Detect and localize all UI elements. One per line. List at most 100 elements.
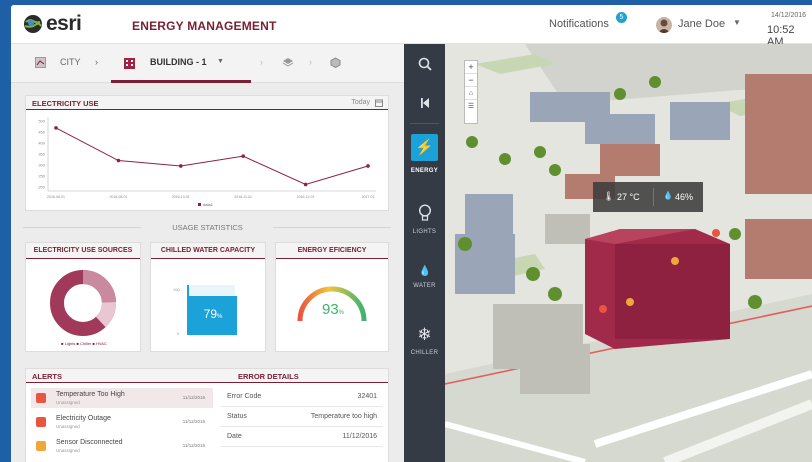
range-label[interactable]: Today	[351, 99, 370, 106]
chiller-tab-label: CHILLER	[410, 350, 439, 356]
error-details-table: Error Code 32401 Status Temperature too hi…	[221, 387, 383, 447]
alert-item[interactable]: Electricity Outage Unassigned 11/12/2016	[31, 412, 213, 432]
series-line-data1	[55, 127, 369, 186]
card-title: ELECTRICITY USE SOURCES	[26, 243, 140, 259]
x-tick-label: 2016-12-01	[297, 195, 315, 199]
y-tick-label: 300	[38, 163, 45, 168]
calendar-icon[interactable]	[375, 99, 383, 107]
energy-tab[interactable]: ⚡ ENERGY	[404, 134, 445, 174]
warning-icon	[36, 417, 46, 427]
lightbulb-icon	[418, 204, 431, 221]
alert-item[interactable]: Temperature Too High Unassigned 11/12/20…	[31, 388, 213, 408]
row-label: Date	[221, 426, 282, 447]
water-tab[interactable]: 💧 WATER	[404, 266, 445, 289]
efficiency-value-number: 93	[321, 301, 339, 318]
y-tick-label: 450	[38, 130, 45, 135]
chiller-tab[interactable]: ❄ CHILLER	[404, 325, 445, 356]
top-header: esri ENERGY MANAGEMENT Notifications 5 J…	[11, 5, 812, 48]
data-point	[303, 182, 308, 187]
alert-date: 11/12/2016	[182, 395, 205, 400]
map-view[interactable]: + − ⌂ ☰ 🌡 27 °C 💧 46%	[445, 44, 812, 462]
home-button[interactable]: ⌂	[465, 87, 477, 100]
warning-icon	[36, 441, 46, 451]
electricity-sources-card: ELECTRICITY USE SOURCES ■ Lights ■ Chill…	[25, 242, 141, 352]
scale-bottom: 0	[177, 331, 180, 336]
map-icon[interactable]	[35, 57, 46, 68]
user-name[interactable]: Jane Doe	[678, 18, 725, 30]
breadcrumb-building[interactable]: BUILDING - 1	[150, 57, 207, 67]
alert-title: Temperature Too High	[56, 391, 125, 398]
humidity-value: 46%	[675, 192, 694, 202]
energy-efficiency-card: ENERGY EFICIENCY 93%	[275, 242, 389, 352]
chevron-right-icon: ›	[260, 57, 263, 67]
efficiency-value: 93%	[276, 301, 390, 318]
alert-item[interactable]: Sensor Disconnected Unassigned 11/12/201…	[31, 436, 213, 456]
avatar[interactable]	[656, 17, 672, 33]
electricity-line-chart: 500 450 400 350 300 250 200 2016-06-01 2016-08-0…	[38, 117, 376, 207]
caret-down-icon[interactable]: ▼	[217, 58, 224, 65]
chilled-water-card: CHILLED WATER CAPACITY 100 0 79%	[150, 242, 266, 352]
zoom-in-button[interactable]: +	[465, 61, 477, 74]
y-tick-label: 200	[38, 185, 45, 190]
breadcrumb: CITY › BUILDING - 1 ▼ › ›	[11, 44, 404, 83]
app-title: ENERGY MANAGEMENT	[132, 19, 277, 33]
y-tick-label: 250	[38, 174, 45, 179]
sources-legend: ■ Lights ■ Chiller ■ HVAC	[61, 341, 107, 346]
alerts-title: ALERTS	[26, 369, 216, 383]
notifications-link[interactable]: Notifications	[549, 18, 609, 30]
dashboard-panel: ELECTRICITY USE Today 500 450 400 350 300 250…	[11, 83, 404, 462]
skip-back-icon	[420, 98, 429, 108]
row-value: Temperature too high	[281, 406, 383, 427]
collapse-button[interactable]	[404, 96, 445, 114]
alert-status: Unassigned	[56, 400, 80, 405]
alert-title: Electricity Outage	[56, 415, 111, 422]
humidity-icon: 💧	[663, 191, 673, 200]
y-tick-label: 500	[38, 119, 45, 124]
city-3d-scene	[445, 44, 812, 462]
data-point	[116, 158, 121, 163]
breadcrumb-city[interactable]: CITY	[60, 57, 81, 67]
layers-icon[interactable]	[282, 57, 294, 68]
warning-icon	[36, 393, 46, 403]
chevron-down-icon[interactable]: ▼	[733, 18, 741, 27]
search-button[interactable]	[404, 57, 445, 76]
row-value: 32401	[281, 387, 383, 407]
row-label: Status	[221, 406, 282, 427]
card-title: CHILLED WATER CAPACITY	[151, 243, 265, 259]
lights-tab[interactable]: LIGHTS	[404, 204, 445, 235]
lights-tab-label: LIGHTS	[412, 229, 437, 235]
temperature-value: 27 °C	[617, 192, 640, 202]
x-tick-label: 2016-11-01	[234, 195, 252, 199]
zoom-out-button[interactable]: −	[465, 74, 477, 87]
divider	[653, 188, 654, 206]
chevron-right-icon: ›	[309, 57, 312, 67]
divider	[273, 227, 391, 228]
legend-swatch	[198, 203, 201, 206]
water-value: 79%	[189, 307, 237, 321]
thermometer-icon: 🌡	[603, 191, 615, 201]
x-tick-label: 2017-01	[362, 195, 375, 199]
notifications-badge: 5	[616, 12, 627, 23]
row-label: Error Code	[221, 387, 282, 407]
list-button[interactable]: ☰	[465, 100, 477, 113]
sources-donut-chart	[50, 270, 116, 336]
y-tick-label: 350	[38, 152, 45, 157]
esri-logo[interactable]: esri	[23, 11, 93, 37]
energy-tab-label: ENERGY	[410, 168, 439, 174]
water-value-unit: %	[217, 314, 223, 320]
table-row: Error Code 32401	[221, 387, 383, 407]
water-value-number: 79	[203, 307, 217, 321]
water-drops-icon: 💧	[418, 266, 431, 277]
error-details-title: ERROR DETAILS	[216, 369, 388, 383]
alert-title: Sensor Disconnected	[56, 439, 123, 446]
logo-text: esri	[46, 12, 82, 35]
card-title: ELECTRICITY USE	[26, 96, 388, 110]
data-point	[241, 154, 245, 158]
weather-popup: 🌡 27 °C 💧 46%	[593, 182, 703, 212]
cube-icon[interactable]	[330, 57, 341, 68]
scale-top: 100	[173, 287, 180, 292]
snowflake-icon: ❄	[417, 325, 432, 344]
alert-date: 11/12/2016	[182, 419, 205, 424]
row-value: 11/12/2016	[281, 426, 383, 447]
map-zoom-control: + − ⌂ ☰	[464, 60, 478, 124]
